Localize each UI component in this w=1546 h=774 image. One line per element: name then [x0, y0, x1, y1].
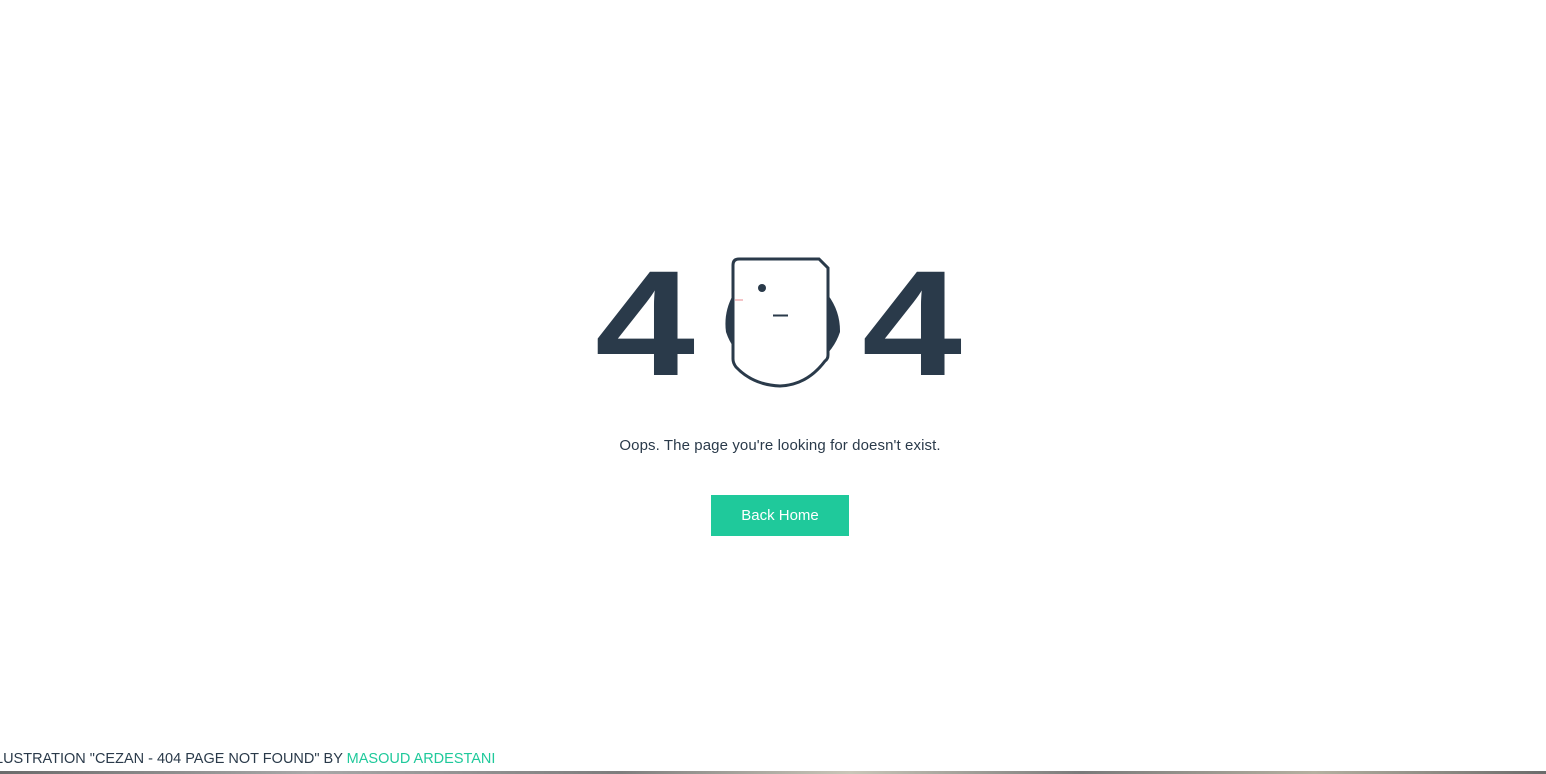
digit-four-left: 4	[595, 255, 695, 390]
author-link[interactable]: MASOUD ARDESTANI	[347, 751, 496, 767]
eye-icon	[758, 284, 766, 292]
not-found-page: 4 4 Oops. The page you're looking for do…	[0, 0, 1546, 774]
404-illustration: 4 4	[595, 255, 962, 390]
digit-four-right: 4	[862, 255, 962, 390]
back-home-button[interactable]: Back Home	[711, 495, 849, 536]
error-message: Oops. The page you're looking for doesn'…	[619, 437, 941, 454]
credit-text: LUSTRATION "CEZAN - 404 PAGE NOT FOUND" …	[0, 751, 347, 767]
character-zero-icon	[725, 257, 841, 388]
illustration-credit: LUSTRATION "CEZAN - 404 PAGE NOT FOUND" …	[0, 751, 495, 767]
